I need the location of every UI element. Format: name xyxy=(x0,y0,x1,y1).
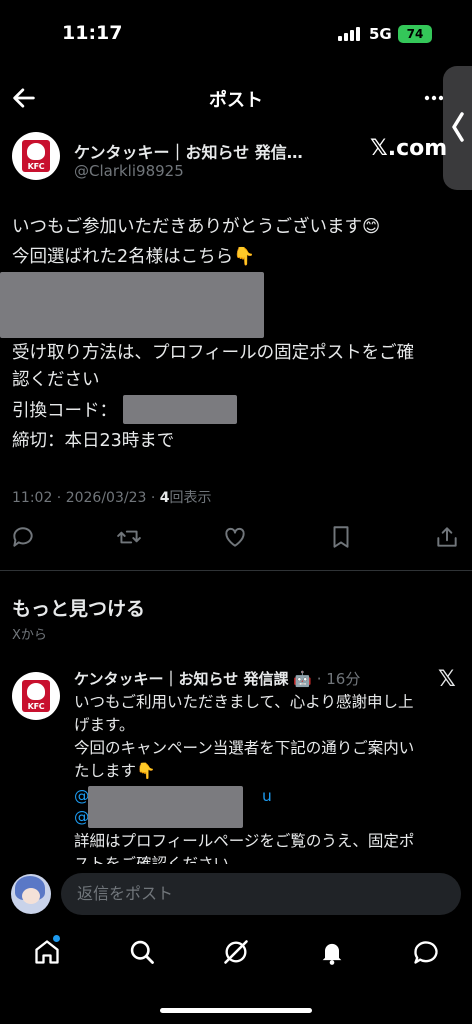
x-logo-icon: 𝕏 xyxy=(438,667,456,692)
signal-icon xyxy=(338,27,360,41)
reply-bar: 返信をポスト xyxy=(0,864,472,924)
post-line: 今回選ばれた2名様はこちら👇 xyxy=(12,247,255,267)
action-bar xyxy=(0,524,472,552)
card-line: いつもご利用いただきまして、心より感謝申し上 xyxy=(74,693,414,711)
card-time: · 16分 xyxy=(311,670,361,688)
status-time: 11:17 xyxy=(62,22,123,44)
home-notification-dot xyxy=(53,935,60,942)
card-author-name: ケンタッキー｜お知らせ 発信課 xyxy=(74,670,289,688)
card-line: 詳細はプロフィールページをご覧のうえ、固定ポ xyxy=(74,832,415,850)
mention-link-tail[interactable]: u xyxy=(262,785,282,808)
post-line: いつもご参加いただきありがとうございます😊 xyxy=(12,217,381,237)
bottom-tab-bar xyxy=(0,924,472,984)
my-avatar[interactable] xyxy=(11,874,51,914)
home-indicator xyxy=(160,1008,312,1013)
post-line: 締切：本日23時まで xyxy=(12,431,175,451)
card-line: げます。 xyxy=(74,716,135,734)
discover-title: もっと見つける xyxy=(12,598,146,620)
discover-subtitle: Xから xyxy=(12,628,47,643)
post-line: 受け取り方法は、プロフィールの固定ポストをご確 xyxy=(12,343,415,363)
messages-icon[interactable] xyxy=(412,938,440,966)
chevron-left-icon xyxy=(452,112,464,142)
top-header: ポスト xyxy=(0,74,472,122)
author-handle[interactable]: @Clarkli98925 xyxy=(74,162,184,180)
kfc-logo: KFC xyxy=(22,680,50,712)
search-icon[interactable] xyxy=(128,938,156,966)
post-meta: 11:02 · 2026/03/23 · 4回表示 xyxy=(12,487,212,507)
author-name[interactable]: ケンタッキー｜お知らせ 発信… xyxy=(74,139,303,163)
card-author-avatar[interactable]: KFC xyxy=(12,672,60,720)
page-title: ポスト xyxy=(209,90,263,111)
like-icon[interactable] xyxy=(222,524,248,550)
card-line: 今回のキャンペーン当選者を下記の通りご案内い xyxy=(74,739,415,757)
bot-badge-icon: 🤖 xyxy=(293,670,312,688)
post-line: 認ください xyxy=(12,370,100,390)
repost-icon[interactable] xyxy=(116,524,142,550)
redacted-winners xyxy=(0,272,264,338)
bookmark-icon[interactable] xyxy=(328,524,354,550)
card-line: たします👇 xyxy=(74,762,156,780)
view-count: 4 xyxy=(159,490,170,506)
kfc-logo: KFC xyxy=(22,140,50,172)
divider xyxy=(0,570,472,571)
battery-icon: 74 xyxy=(398,25,432,43)
reply-icon[interactable] xyxy=(10,524,36,550)
reply-input[interactable]: 返信をポスト xyxy=(61,873,461,915)
view-label: 回表示 xyxy=(169,490,212,506)
share-icon[interactable] xyxy=(434,524,460,550)
status-bar: 11:17 5G 74 xyxy=(0,0,472,64)
card-author-line[interactable]: ケンタッキー｜お知らせ 発信課 🤖 · 16分 xyxy=(74,668,360,689)
grok-icon[interactable] xyxy=(222,938,250,966)
network-label: 5G xyxy=(369,25,392,43)
side-pull-tab[interactable] xyxy=(443,66,472,190)
redacted-code xyxy=(123,395,237,424)
home-icon[interactable] xyxy=(33,938,61,966)
redacted-mentions xyxy=(88,786,243,828)
battery-level: 74 xyxy=(406,27,424,41)
author-avatar[interactable]: KFC xyxy=(12,132,60,180)
post-timestamp: 11:02 · 2026/03/23 · xyxy=(12,490,160,506)
notifications-icon[interactable] xyxy=(318,938,346,966)
x-com-badge: 𝕏.com xyxy=(370,136,448,161)
